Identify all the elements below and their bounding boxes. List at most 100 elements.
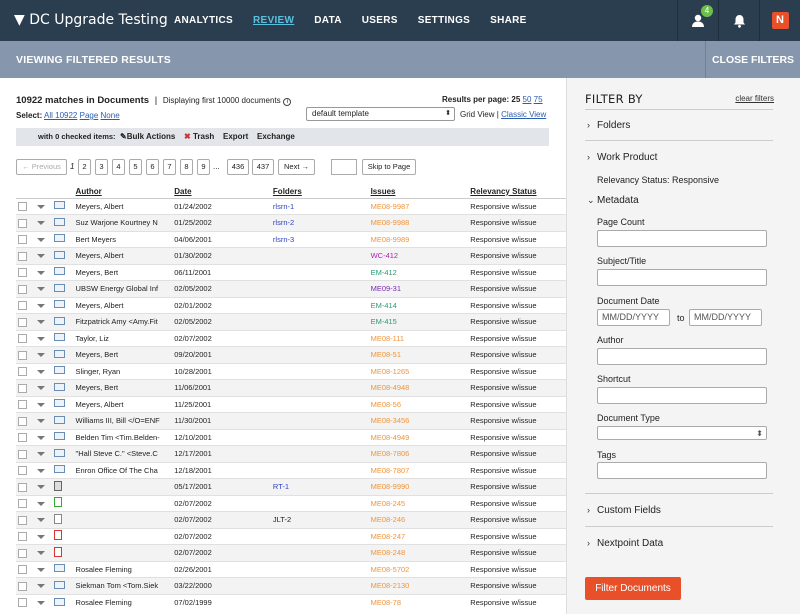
row-checkbox[interactable] bbox=[18, 317, 27, 327]
caret-down-icon[interactable] bbox=[36, 270, 45, 275]
issue-cell[interactable]: ME08-5702 bbox=[368, 560, 469, 578]
author-cell[interactable]: Meyers, Bert bbox=[73, 263, 173, 281]
author-cell[interactable]: Meyers, Bert bbox=[73, 379, 173, 396]
table-row[interactable]: Bert Meyers 04/06/2001 rlsrn-3 ME08-9989 Res… bbox=[16, 230, 566, 248]
table-row[interactable]: Siekman Tom <Tom.Siek 03/22/2000 ME08-2130… bbox=[16, 577, 566, 594]
issue-cell[interactable]: ME08-4949 bbox=[368, 428, 469, 446]
issue-cell[interactable]: ME08-7806 bbox=[368, 445, 469, 462]
skip-page-input[interactable] bbox=[331, 159, 357, 175]
caret-down-icon[interactable] bbox=[36, 386, 45, 391]
author-cell[interactable]: Rosalee Fleming bbox=[73, 593, 173, 611]
rpp-50[interactable]: 50 bbox=[523, 95, 532, 104]
folders-section-toggle[interactable]: › Folders bbox=[587, 120, 630, 131]
user-menu-button[interactable]: 4 bbox=[677, 0, 718, 41]
column-date[interactable]: Date bbox=[172, 185, 271, 199]
page-7-button[interactable]: 7 bbox=[163, 159, 176, 175]
nav-share[interactable]: SHARE bbox=[490, 15, 527, 26]
grid-view-label[interactable]: Grid View bbox=[460, 110, 495, 119]
page-2-button[interactable]: 2 bbox=[78, 159, 91, 175]
folder-cell[interactable] bbox=[270, 494, 369, 512]
caret-down-icon[interactable] bbox=[36, 518, 45, 523]
page-436-button[interactable]: 436 bbox=[227, 159, 249, 175]
row-checkbox[interactable] bbox=[18, 433, 27, 442]
table-row[interactable]: Belden Tim <Tim.Belden- 12/10/2001 ME08-49… bbox=[16, 428, 566, 446]
table-row[interactable]: UBSW Energy Global Inf 02/05/2002 ME09-31 R… bbox=[16, 280, 566, 297]
folder-cell[interactable]: RT-1 bbox=[270, 478, 369, 495]
rpp-25[interactable]: 25 bbox=[511, 95, 520, 104]
folder-cell[interactable] bbox=[270, 247, 369, 264]
row-checkbox[interactable] bbox=[18, 268, 27, 277]
info-icon[interactable]: i bbox=[283, 98, 292, 106]
table-row[interactable]: Fitzpatrick Amy <Amy.Fit 02/05/2002 EM-415… bbox=[16, 313, 566, 330]
table-row[interactable]: Meyers, Albert 01/24/2002 rlsrn-1 ME08-9987… bbox=[16, 197, 566, 215]
issue-cell[interactable]: ME08-9990 bbox=[368, 478, 469, 495]
issue-cell[interactable]: ME08-9989 bbox=[368, 230, 469, 248]
nav-review[interactable]: REVIEW bbox=[253, 15, 294, 26]
table-row[interactable]: Meyers, Bert 06/11/2001 EM-412 Responsive w… bbox=[16, 263, 566, 281]
row-checkbox[interactable] bbox=[18, 466, 27, 475]
next-page-button[interactable]: Next → bbox=[278, 159, 315, 175]
classic-view-link[interactable]: Classic View bbox=[501, 110, 546, 119]
author-cell[interactable]: Meyers, Bert bbox=[73, 346, 173, 363]
caret-down-icon[interactable] bbox=[36, 287, 45, 292]
caret-down-icon[interactable] bbox=[36, 452, 45, 457]
work-product-section-toggle[interactable]: › Work Product bbox=[587, 152, 657, 163]
row-checkbox[interactable] bbox=[18, 251, 27, 261]
caret-down-icon[interactable] bbox=[36, 303, 45, 308]
issue-cell[interactable]: ME08-247 bbox=[368, 527, 469, 545]
folder-cell[interactable] bbox=[270, 263, 369, 281]
row-checkbox[interactable] bbox=[18, 548, 27, 558]
document-type-select[interactable]: ⬍ bbox=[597, 426, 767, 440]
filter-documents-button[interactable]: Filter Documents bbox=[585, 577, 681, 600]
row-checkbox[interactable] bbox=[18, 598, 27, 608]
caret-down-icon[interactable] bbox=[36, 204, 45, 209]
row-checkbox[interactable] bbox=[18, 532, 27, 541]
author-cell[interactable]: "Hall Steve C." <Steve.C bbox=[73, 445, 173, 462]
table-row[interactable]: Meyers, Albert 01/30/2002 WC-412 Responsive… bbox=[16, 247, 566, 264]
skip-to-page-button[interactable]: Skip to Page bbox=[362, 159, 416, 175]
row-checkbox[interactable] bbox=[18, 367, 27, 376]
nav-data[interactable]: DATA bbox=[314, 15, 342, 26]
page-8-button[interactable]: 8 bbox=[180, 159, 193, 175]
shortcut-input[interactable] bbox=[597, 387, 767, 404]
row-checkbox[interactable] bbox=[18, 581, 27, 591]
row-checkbox[interactable] bbox=[18, 350, 27, 360]
export-button[interactable]: Export bbox=[223, 132, 248, 141]
subject-input[interactable] bbox=[597, 269, 767, 286]
issue-cell[interactable]: ME08-9988 bbox=[368, 214, 469, 231]
select-all-link[interactable]: All 10922 bbox=[44, 111, 77, 120]
folder-cell[interactable] bbox=[270, 544, 369, 561]
row-checkbox[interactable] bbox=[18, 218, 27, 228]
author-cell[interactable]: UBSW Energy Global Inf bbox=[73, 280, 173, 297]
author-cell[interactable]: Meyers, Albert bbox=[73, 197, 173, 215]
folder-cell[interactable] bbox=[270, 346, 369, 363]
row-checkbox[interactable] bbox=[18, 565, 27, 574]
caret-down-icon[interactable] bbox=[36, 336, 45, 341]
page-3-button[interactable]: 3 bbox=[95, 159, 108, 175]
author-cell[interactable]: Slinger, Ryan bbox=[73, 362, 173, 380]
folder-cell[interactable]: JLT-2 bbox=[270, 511, 369, 528]
metadata-section-toggle[interactable]: ⌄ Metadata bbox=[587, 195, 639, 206]
author-cell[interactable]: Fitzpatrick Amy <Amy.Fit bbox=[73, 313, 173, 330]
folder-cell[interactable]: rlsrn-3 bbox=[270, 230, 369, 248]
table-row[interactable]: Meyers, Bert 11/06/2001 ME08-4948 Responsiv… bbox=[16, 379, 566, 396]
author-cell[interactable]: Meyers, Albert bbox=[73, 247, 173, 264]
caret-down-icon[interactable] bbox=[36, 237, 45, 242]
table-row[interactable]: Meyers, Albert 02/01/2002 EM-414 Responsive… bbox=[16, 296, 566, 314]
issue-cell[interactable]: EM-414 bbox=[368, 296, 469, 314]
row-checkbox[interactable] bbox=[18, 284, 27, 294]
date-from-input[interactable]: MM/DD/YYYY bbox=[597, 309, 670, 326]
folder-cell[interactable] bbox=[270, 329, 369, 347]
page-count-input[interactable] bbox=[597, 230, 767, 247]
issue-cell[interactable]: EM-415 bbox=[368, 313, 469, 330]
page-5-button[interactable]: 5 bbox=[129, 159, 142, 175]
row-checkbox[interactable] bbox=[18, 416, 27, 426]
issue-cell[interactable]: ME08-4948 bbox=[368, 379, 469, 396]
table-row[interactable]: 02/07/2002 ME08-245 Responsive w/issue bbox=[16, 494, 566, 512]
folder-cell[interactable] bbox=[270, 395, 369, 413]
table-row[interactable]: Rosalee Fleming 07/02/1999 ME08-78 Responsi… bbox=[16, 593, 566, 611]
folder-cell[interactable] bbox=[270, 593, 369, 611]
author-cell[interactable]: Bert Meyers bbox=[73, 230, 173, 248]
caret-down-icon[interactable] bbox=[36, 254, 45, 259]
caret-down-icon[interactable] bbox=[36, 353, 45, 358]
